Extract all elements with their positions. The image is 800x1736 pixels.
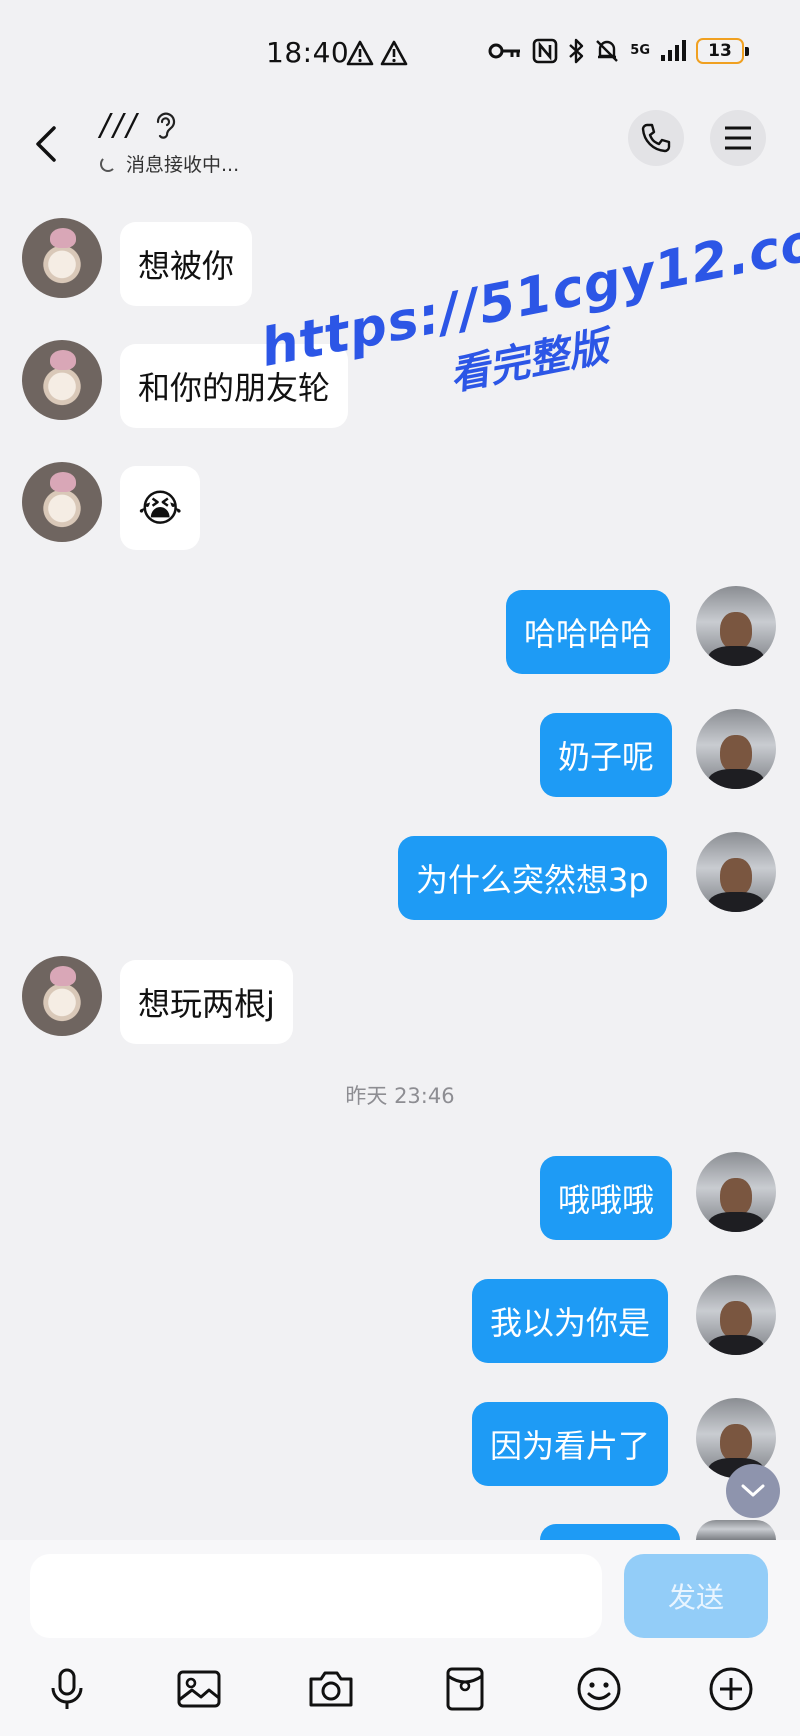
watermark: https://51cgy12.com 看完整版 (256, 202, 800, 436)
key-icon (488, 43, 521, 59)
mic-icon[interactable] (42, 1664, 92, 1714)
contact-avatar[interactable] (22, 956, 102, 1036)
status-time: 18:40 (266, 36, 350, 69)
mute-bell-icon (596, 40, 619, 62)
loading-spinner-icon (100, 155, 116, 172)
emoji-icon[interactable] (574, 1664, 624, 1714)
ear-icon (156, 112, 176, 139)
incoming-message[interactable]: 想玩两根j (120, 960, 293, 1044)
my-avatar[interactable] (696, 1520, 776, 1540)
input-bar: 发送 (0, 1540, 800, 1736)
image-icon[interactable] (174, 1664, 224, 1714)
contact-avatar[interactable] (22, 340, 102, 420)
battery-level: 13 (708, 41, 732, 61)
phone-icon (641, 123, 671, 153)
outgoing-message[interactable]: 为什么突然想3p (398, 836, 667, 920)
my-avatar[interactable] (696, 832, 776, 912)
message-input[interactable] (30, 1554, 602, 1638)
send-button[interactable]: 发送 (624, 1554, 768, 1638)
my-avatar[interactable] (696, 586, 776, 666)
my-avatar[interactable] (696, 1275, 776, 1355)
back-arrow-icon[interactable] (26, 114, 66, 174)
status-bar: 18:40 5G 13 (0, 0, 800, 104)
incoming-emoji-message[interactable]: 😭 (120, 466, 201, 550)
outgoing-message[interactable]: 我以为你是 (472, 1279, 669, 1363)
warning-icon (380, 40, 408, 66)
chevron-down-icon (741, 1484, 765, 1497)
my-avatar[interactable] (696, 709, 776, 789)
bluetooth-icon (569, 38, 584, 64)
plus-icon[interactable] (706, 1664, 756, 1714)
signal-icon (661, 40, 686, 61)
nfc-icon (532, 38, 558, 64)
message-timestamp: 昨天 23:46 (345, 1084, 455, 1108)
hamburger-menu-icon (725, 126, 751, 150)
outgoing-message[interactable]: 奶子呢 (540, 713, 673, 797)
contact-avatar[interactable] (22, 218, 102, 298)
my-avatar[interactable] (696, 1152, 776, 1232)
warning-icon (346, 40, 374, 66)
contact-avatar[interactable] (22, 462, 102, 542)
outgoing-message[interactable]: 因为看片了 (472, 1402, 669, 1486)
chat-header: /// 消息接收中... (0, 104, 800, 200)
incoming-message[interactable]: 想被你 (120, 222, 253, 306)
call-button[interactable] (628, 110, 684, 166)
scroll-to-bottom-button[interactable] (726, 1464, 780, 1518)
chat-status: 消息接收中... (100, 150, 239, 177)
chat-title[interactable]: /// (100, 108, 139, 143)
camera-icon[interactable] (306, 1664, 356, 1714)
battery-indicator: 13 (696, 38, 749, 64)
outgoing-message[interactable]: 哦哦哦 (540, 1156, 673, 1240)
menu-button[interactable] (710, 110, 766, 166)
network-type-label: 5G (630, 43, 650, 58)
outgoing-message[interactable]: 哈哈哈哈 (506, 590, 671, 674)
chat-status-text: 消息接收中... (126, 154, 240, 176)
red-packet-icon[interactable] (440, 1664, 490, 1714)
